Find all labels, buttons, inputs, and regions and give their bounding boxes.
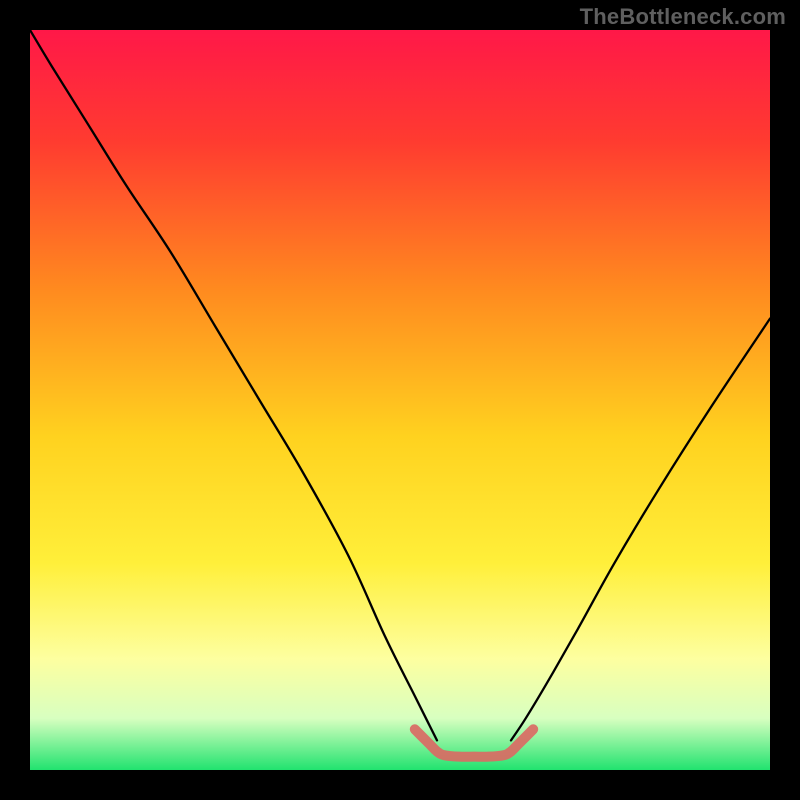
- chart-frame: TheBottleneck.com: [0, 0, 800, 800]
- plot-area: [30, 30, 770, 770]
- watermark-label: TheBottleneck.com: [580, 4, 786, 30]
- gradient-background: [30, 30, 770, 770]
- chart-svg: [30, 30, 770, 770]
